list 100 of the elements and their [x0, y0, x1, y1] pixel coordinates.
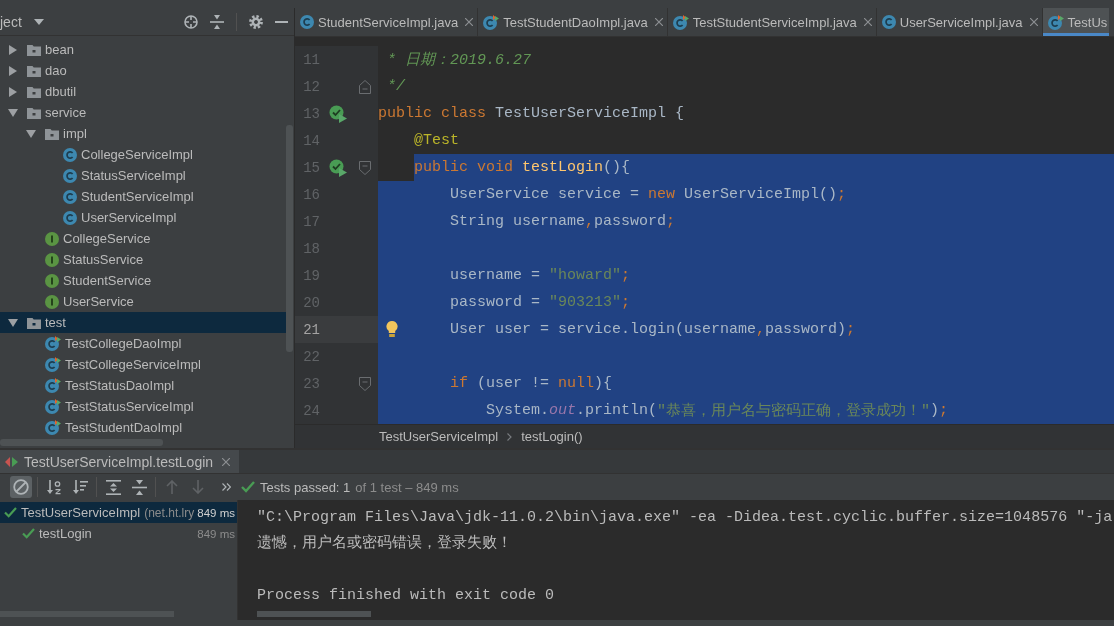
code-line: public class TestUserServiceImpl {: [378, 104, 685, 124]
interface-icon: [45, 252, 59, 267]
run-tab[interactable]: TestUserServiceImpl.testLogin: [0, 450, 240, 473]
interface-icon: [45, 273, 59, 288]
fold-icon[interactable]: [359, 376, 371, 391]
run-test-icon[interactable]: [329, 104, 347, 123]
tree-item[interactable]: CollegeServiceImpl: [0, 144, 199, 165]
editor-tab[interactable]: StudentServiceImpl.java: [295, 8, 479, 36]
editor-tab[interactable]: UserServiceImpl.java: [876, 8, 1043, 36]
close-icon[interactable]: [1029, 18, 1038, 26]
class-icon: [881, 15, 896, 29]
test-package: (net.ht.lry: [144, 505, 195, 520]
package-icon: [45, 127, 59, 140]
test-name: testLogin: [39, 526, 92, 541]
collapse-icon[interactable]: [210, 14, 224, 29]
test-class-icon: [672, 14, 689, 30]
expanded-arrow-icon[interactable]: [8, 318, 18, 327]
tests-detail: of 1 test – 849 ms: [355, 479, 459, 495]
tree-item[interactable]: UserServiceImpl: [0, 207, 183, 228]
tree-item[interactable]: StudentService: [0, 270, 158, 291]
test-class-icon: [45, 357, 61, 372]
package-icon: [27, 106, 41, 119]
tree-item[interactable]: bean: [0, 39, 80, 60]
test-class-icon: [1047, 14, 1064, 30]
close-icon[interactable]: [465, 18, 474, 26]
vertical-scrollbar[interactable]: [286, 125, 293, 352]
crosshair-icon[interactable]: [184, 14, 198, 29]
console-line: "C:\Program Files\Java\jdk-11.0.2\bin\java.exe" -ea -Didea.test.cyclic.buffer.size=1048576 "-ja: [257, 508, 1113, 528]
test-duration: 849 ms: [196, 527, 235, 540]
horizontal-scrollbar[interactable]: [257, 611, 371, 617]
class-icon: [63, 210, 77, 225]
tree-item[interactable]: CollegeService: [0, 228, 157, 249]
breadcrumb-item[interactable]: TestUserServiceImpl: [379, 429, 499, 444]
expand-all-icon: [105, 479, 121, 495]
test-class-icon: [45, 378, 61, 393]
class-icon: [63, 147, 77, 162]
package-icon: [27, 85, 41, 98]
fold-end-icon[interactable]: [359, 79, 371, 94]
chevron-icon: [507, 432, 513, 441]
tree-item[interactable]: dbutil: [0, 81, 83, 102]
sort-duration-icon: [72, 479, 88, 495]
expanded-arrow-icon[interactable]: [8, 108, 18, 117]
test-class-icon: [45, 399, 61, 414]
double-chevron-icon: [221, 483, 231, 491]
class-icon: [63, 168, 77, 183]
console-line: Process finished with exit code 0: [257, 586, 555, 606]
tree-item[interactable]: StudentServiceImpl: [0, 186, 200, 207]
tree-item[interactable]: TestCollegeDaoImpl: [0, 333, 188, 354]
line-number: 21: [302, 321, 320, 338]
interface-icon: [45, 231, 59, 246]
tree-item[interactable]: impl: [0, 123, 93, 144]
tree-item[interactable]: TestStatusDaoImpl: [0, 375, 181, 396]
tree-item[interactable]: dao: [0, 60, 73, 81]
tree-item[interactable]: StatusService: [0, 249, 150, 270]
fold-icon[interactable]: [359, 160, 371, 175]
code-line: * 日期：2019.6.27: [386, 50, 532, 71]
tree-item[interactable]: service: [0, 102, 93, 123]
close-icon[interactable]: [222, 457, 231, 466]
lightbulb-icon[interactable]: [386, 321, 398, 337]
run-test-icon[interactable]: [329, 158, 347, 177]
close-icon[interactable]: [654, 18, 663, 26]
tree-item[interactable]: test: [0, 312, 286, 333]
test-run-icon: [5, 455, 18, 468]
class-icon: [300, 15, 314, 29]
tree-item[interactable]: TestStatusServiceImpl: [0, 396, 200, 417]
tree-item[interactable]: UserService: [0, 291, 140, 312]
test-class-icon: [483, 14, 500, 30]
expanded-arrow-icon[interactable]: [26, 129, 36, 138]
caret-icon: [33, 18, 44, 25]
editor-tab[interactable]: TestStudentServiceImpl.java: [667, 8, 877, 36]
sort-alpha-icon: [46, 479, 62, 495]
test-duration: 849 ms: [196, 506, 235, 519]
test-result-row[interactable]: testLogin 849 ms: [0, 523, 237, 544]
circle-slash-icon: [13, 479, 29, 495]
project-view-dropdown[interactable]: ject: [0, 10, 46, 33]
close-icon[interactable]: [863, 18, 872, 26]
collapsed-arrow-icon[interactable]: [9, 44, 17, 55]
console-line: 遗憾，用户名或密码错误，登录失败！: [257, 533, 512, 554]
package-icon: [27, 316, 41, 329]
code-line: @Test: [413, 131, 459, 151]
show-passed-button[interactable]: [10, 476, 32, 498]
code-line: */: [386, 77, 405, 97]
test-result-row[interactable]: TestUserServiceImpl (net.ht.lry 849 ms: [0, 502, 237, 523]
tree-item[interactable]: StatusServiceImpl: [0, 165, 192, 186]
collapsed-arrow-icon[interactable]: [9, 65, 17, 76]
class-icon: [63, 189, 77, 204]
settings-icon[interactable]: [249, 14, 263, 29]
tree-item[interactable]: TestCollegeServiceImpl: [0, 354, 207, 375]
test-class-icon: [45, 336, 61, 351]
interface-icon: [45, 294, 59, 309]
collapsed-arrow-icon[interactable]: [9, 86, 17, 97]
breadcrumb-item[interactable]: testLogin(): [521, 429, 583, 444]
down-arrow-icon: [192, 480, 204, 494]
package-icon: [27, 43, 41, 56]
minimize-icon[interactable]: [275, 20, 288, 23]
editor-tab[interactable]: TestUs: [1042, 8, 1110, 36]
tree-item[interactable]: TestStudentDaoImpl: [0, 417, 189, 438]
test-name: TestUserServiceImpl: [21, 505, 141, 520]
editor-tab[interactable]: TestStudentDaoImpl.java: [478, 8, 668, 36]
collapse-all-icon: [131, 479, 147, 495]
